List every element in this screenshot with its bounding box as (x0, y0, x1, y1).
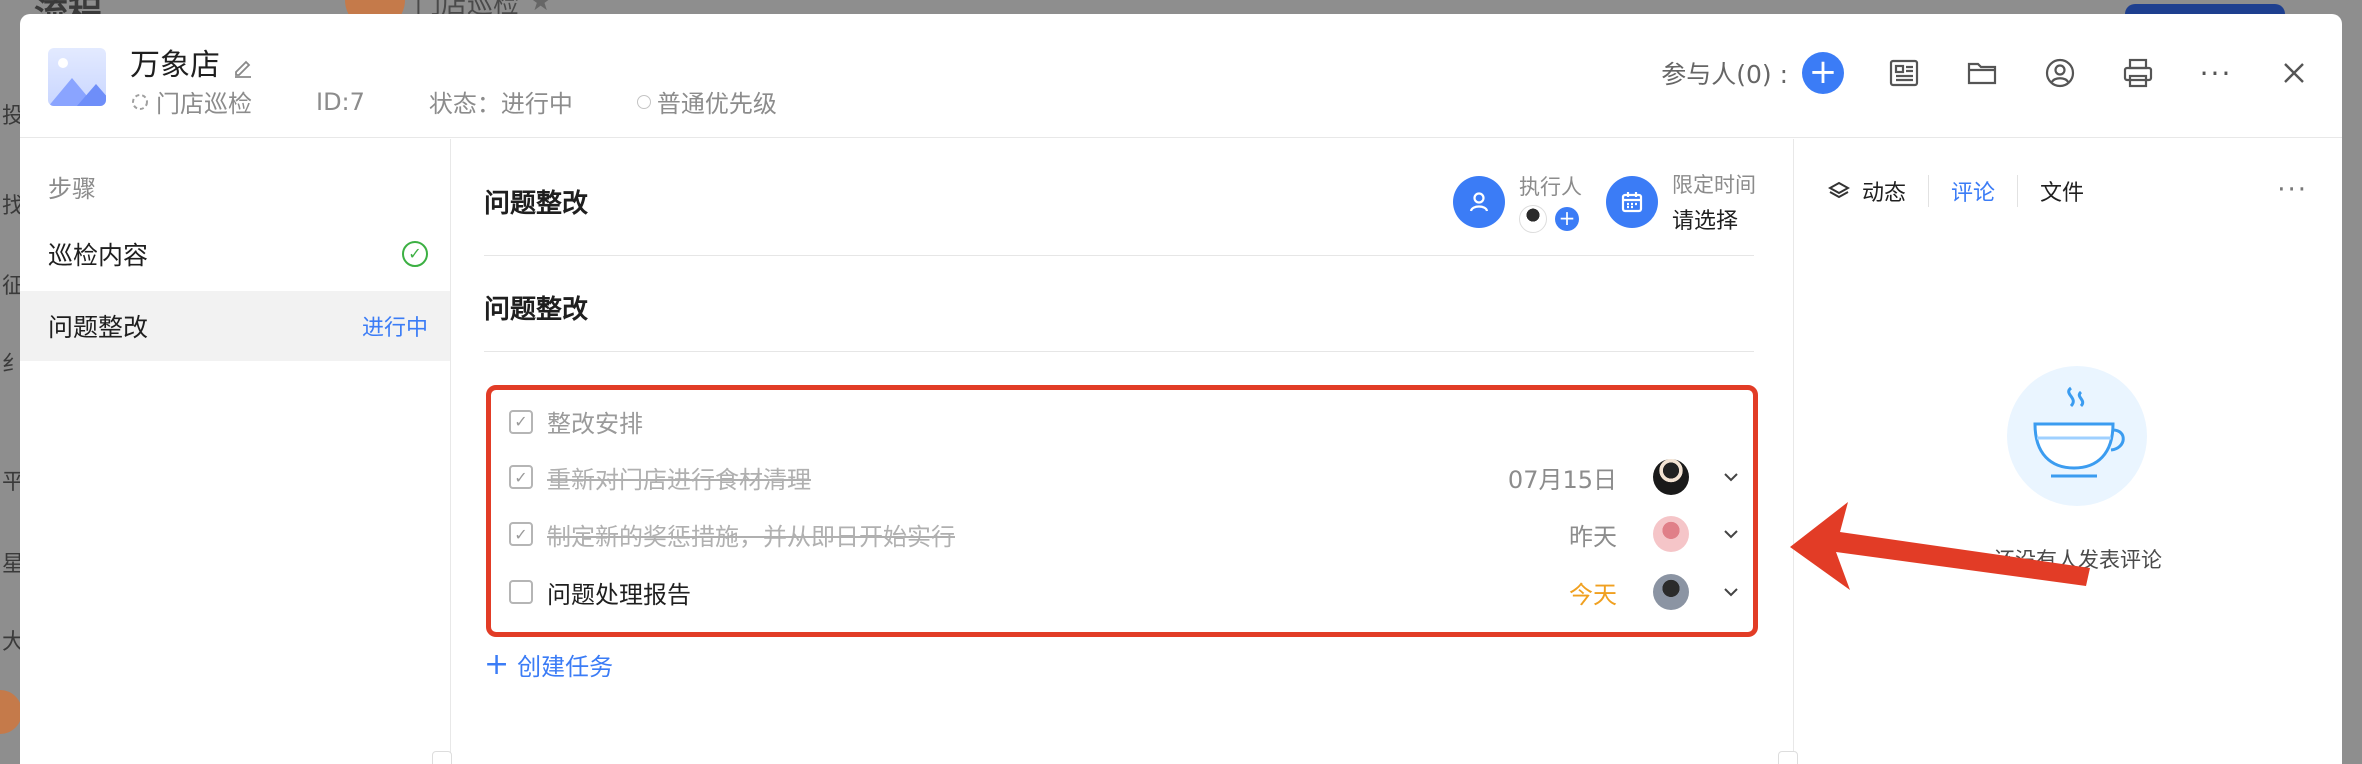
participants-label: 参与人(0) : (1661, 60, 1788, 89)
task-name: 制定新的奖惩措施，并从即日开始实行 (547, 522, 955, 551)
task-row[interactable]: 问题处理报告 今天 (509, 570, 1741, 614)
edit-icon[interactable] (232, 51, 254, 78)
annotation-arrow-icon (1790, 502, 2090, 590)
assignee-label: 执行人 (1519, 175, 1582, 199)
step-item-active[interactable]: 问题整改 进行中 (20, 291, 450, 361)
user-circle-icon[interactable] (2042, 55, 2078, 91)
add-assignee-button[interactable]: + (1555, 207, 1579, 231)
task-detail-modal: 万象店 门店巡检 ID:7 状态：进行中 普通优先级 参与人(0) : + ··… (20, 14, 2342, 764)
assignee-avatar (1519, 205, 1547, 233)
task-id: ID:7 (316, 87, 365, 116)
tab-comments[interactable]: 评论 (1928, 175, 2017, 207)
close-icon[interactable] (2276, 55, 2312, 91)
step-label: 巡检内容 (48, 241, 149, 270)
user-icon (1453, 176, 1505, 228)
folder-icon[interactable] (1964, 55, 2000, 91)
task-title: 万象店 (130, 40, 254, 84)
task-group-title: 整改安排 (547, 410, 643, 438)
collapse-handle[interactable] (432, 751, 452, 764)
chevron-down-icon[interactable] (1721, 467, 1741, 487)
tab-files[interactable]: 文件 (2017, 175, 2106, 207)
expand-handle[interactable] (1778, 751, 1798, 764)
deadline-value[interactable]: 请选择 (1672, 203, 1756, 235)
steps-panel: 步骤 巡检内容 ✓ 问题整改 进行中 (20, 139, 451, 764)
background-avatar-small (0, 690, 22, 734)
steps-label: 步骤 (48, 175, 96, 203)
avatar[interactable] (1653, 459, 1689, 495)
tab-activity-label: 动态 (1862, 181, 1907, 206)
task-due: 07月15日 (1507, 465, 1617, 494)
task-priority[interactable]: 普通优先级 (636, 84, 777, 119)
create-task-label: 创建任务 (517, 653, 614, 681)
task-row[interactable]: ✓ 制定新的奖惩措施，并从即日开始实行 昨天 (509, 512, 1741, 556)
activity-tabs: 动态 评论 文件 (1820, 175, 2106, 207)
step-item[interactable]: 巡检内容 ✓ (20, 219, 450, 289)
divider (484, 255, 1754, 256)
divider (484, 351, 1754, 352)
assignee-block[interactable]: 执行人 + (1453, 169, 1582, 235)
section-title: 问题整改 (484, 189, 589, 219)
tab-activity[interactable]: 动态 (1820, 175, 1928, 207)
chevron-down-icon[interactable] (1721, 582, 1741, 602)
subsection-title: 问题整改 (484, 295, 589, 325)
group-checkbox[interactable]: ✓ (509, 409, 533, 434)
header-actions: 参与人(0) : + ··· (1661, 52, 2312, 94)
check-circle-icon: ✓ (402, 241, 428, 267)
assign-bar: 执行人 + 限定时间 请选择 (1453, 169, 1756, 235)
task-group-header[interactable]: ✓ 整改安排 (509, 404, 643, 439)
task-name: 重新对门店进行食材清理 (547, 465, 811, 494)
priority-dot-icon (636, 94, 651, 109)
calendar-icon (1606, 176, 1658, 228)
modal-header: 万象店 门店巡检 ID:7 状态：进行中 普通优先级 参与人(0) : + ··… (20, 14, 2342, 138)
task-due: 昨天 (1569, 522, 1617, 551)
task-meta: 门店巡检 ID:7 状态：进行中 普通优先级 (130, 84, 841, 119)
chevron-down-icon[interactable] (1721, 524, 1741, 544)
more-icon[interactable]: ··· (2198, 55, 2234, 91)
task-checkbox[interactable] (509, 580, 533, 604)
add-participant-button[interactable]: + (1802, 52, 1844, 94)
task-status: 状态：进行中 (428, 90, 573, 118)
main-content: 问题整改 执行人 + 限定时间 请选择 问题整改 ✓ 整改安排 ✓ 重新对门店进… (432, 139, 1792, 764)
task-title-text: 万象店 (130, 48, 220, 83)
task-type: 门店巡检 (130, 84, 252, 119)
deadline-label: 限定时间 (1672, 173, 1756, 197)
document-icon[interactable] (1886, 55, 1922, 91)
priority-label: 普通优先级 (656, 90, 777, 118)
avatar[interactable] (1653, 574, 1689, 610)
plus-icon: + (484, 647, 510, 682)
image-placeholder-icon (48, 48, 106, 106)
coffee-cup-icon (2007, 366, 2147, 506)
create-task-button[interactable]: + 创建任务 (484, 647, 613, 682)
step-label: 问题整改 (48, 313, 149, 342)
step-status: 进行中 (361, 316, 428, 341)
task-name: 问题处理报告 (547, 580, 691, 609)
avatar[interactable] (1653, 516, 1689, 552)
task-due: 今天 (1569, 580, 1617, 609)
deadline-block[interactable]: 限定时间 请选择 (1606, 169, 1756, 235)
participants: 参与人(0) : + (1661, 52, 1844, 94)
activity-panel: 动态 评论 文件 ··· 还没有人发表评论 (1793, 139, 2342, 764)
task-checkbox[interactable]: ✓ (509, 522, 533, 546)
task-row[interactable]: ✓ 重新对门店进行食材清理 07月15日 (509, 455, 1741, 499)
loading-icon (132, 93, 148, 110)
task-group: ✓ 整改安排 ✓ 重新对门店进行食材清理 07月15日 ✓ 制定新的奖惩措施，并… (486, 385, 1758, 637)
print-icon[interactable] (2120, 55, 2156, 91)
task-type-label: 门店巡检 (156, 90, 252, 118)
more-icon[interactable]: ··· (2277, 175, 2308, 205)
layers-icon (1828, 181, 1850, 199)
task-checkbox[interactable]: ✓ (509, 465, 533, 489)
